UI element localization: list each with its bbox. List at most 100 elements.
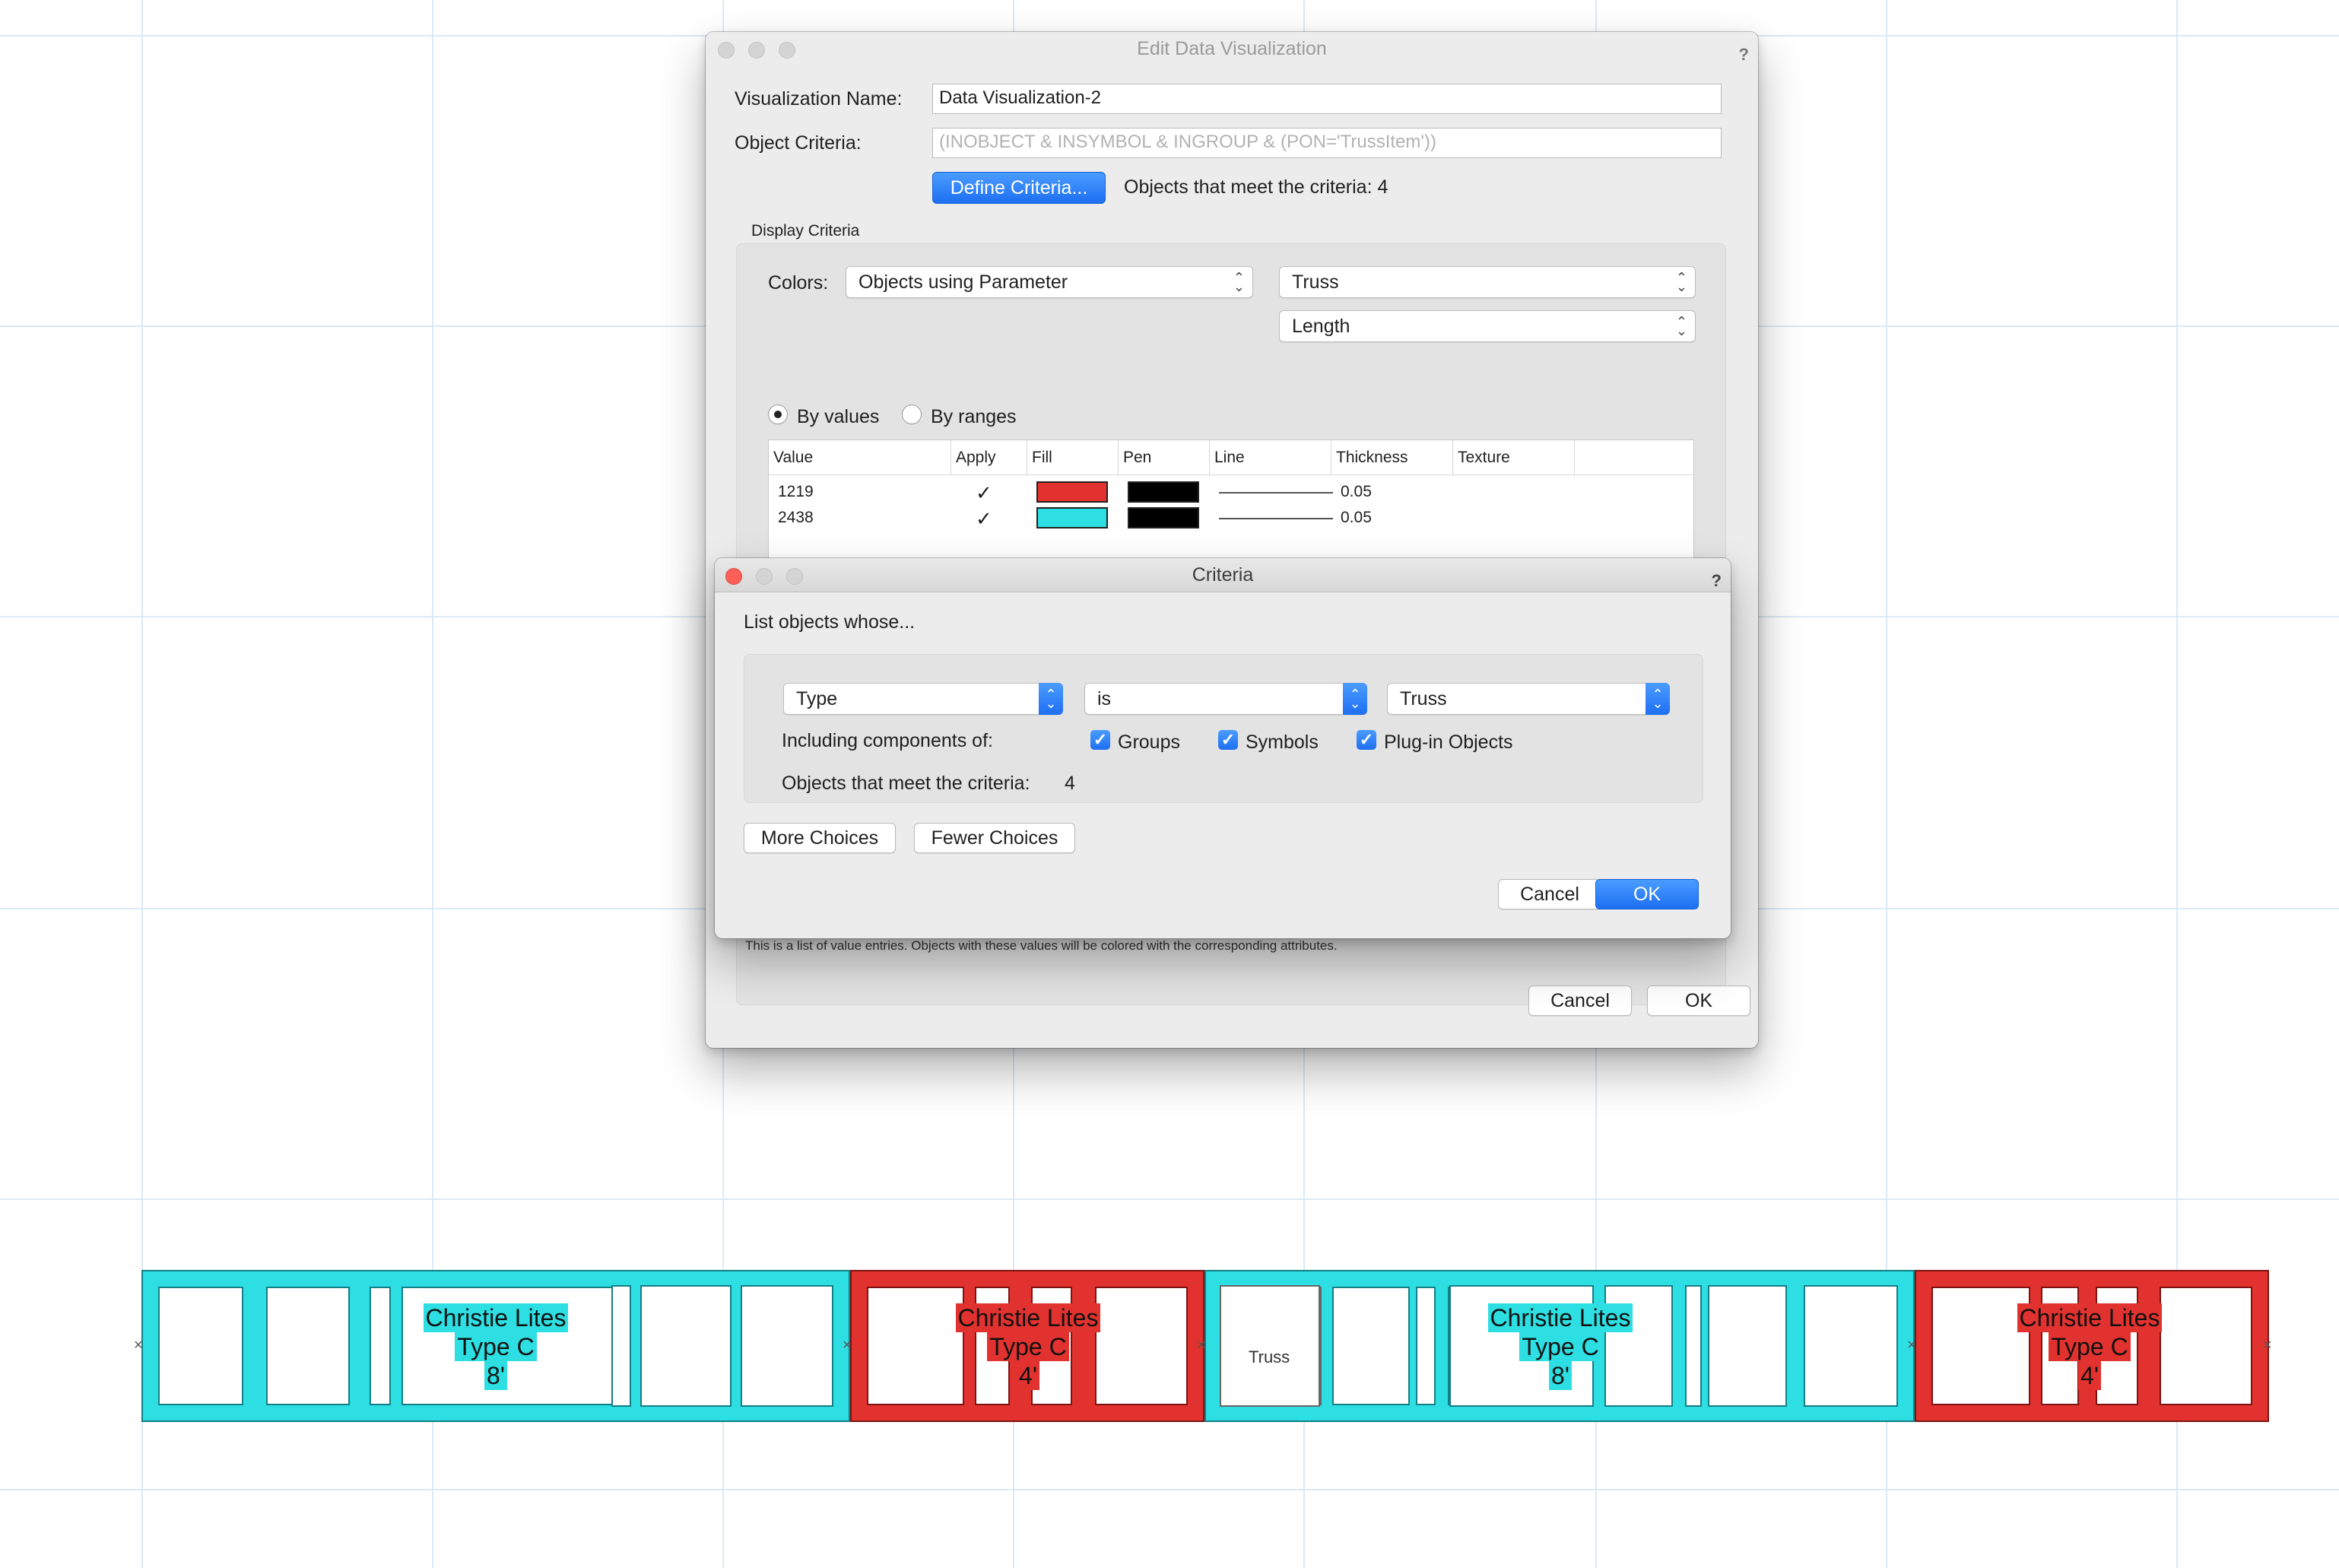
apply-checkmark-icon[interactable]: ✓ bbox=[976, 507, 992, 531]
column-header-value[interactable]: Value bbox=[769, 440, 951, 475]
truss-cell bbox=[1685, 1285, 1702, 1407]
column-header-spacer bbox=[1575, 440, 1693, 475]
truss-label-line: Christie Lites bbox=[1487, 1303, 1633, 1332]
truss-label: Christie Lites Type C 8' bbox=[1475, 1303, 1646, 1390]
minimize-button[interactable] bbox=[756, 568, 773, 585]
truss-cell bbox=[370, 1287, 391, 1405]
help-icon[interactable]: ? bbox=[1712, 564, 1722, 598]
truss-cell bbox=[1416, 1287, 1436, 1405]
truss-cell bbox=[741, 1285, 833, 1407]
ok-button[interactable]: OK bbox=[1647, 986, 1750, 1016]
zoom-button[interactable] bbox=[786, 568, 803, 585]
column-header-texture[interactable]: Texture bbox=[1453, 440, 1575, 475]
help-icon[interactable]: ? bbox=[1739, 38, 1749, 71]
dialog-title: Criteria bbox=[1192, 564, 1254, 586]
chevron-updown-icon: ⌃ ⌄ bbox=[1646, 683, 1670, 715]
criteria-value-popup[interactable]: Truss ⌃ ⌄ bbox=[1387, 683, 1670, 715]
column-header-pen[interactable]: Pen bbox=[1119, 440, 1210, 475]
truss-label-line: Christie Lites bbox=[2017, 1303, 2163, 1332]
truss-label-line: 8' bbox=[1549, 1361, 1572, 1390]
row-thickness[interactable]: 0.05 bbox=[1341, 509, 1372, 527]
fewer-choices-button[interactable]: Fewer Choices bbox=[914, 823, 1075, 853]
connection-point-icon: × bbox=[1197, 1337, 1206, 1354]
visualization-name-label: Visualization Name: bbox=[735, 88, 903, 110]
criteria-operator-value: is bbox=[1097, 688, 1112, 709]
groups-checkbox[interactable]: ✓ bbox=[1090, 730, 1110, 750]
row-value[interactable]: 1219 bbox=[778, 483, 814, 501]
minimize-button[interactable] bbox=[748, 42, 765, 59]
truss-cell bbox=[1708, 1285, 1787, 1407]
object-criteria-label: Object Criteria: bbox=[735, 132, 862, 154]
grid-line bbox=[0, 1489, 2339, 1490]
display-criteria-label: Display Criteria bbox=[751, 222, 860, 240]
visualization-name-field[interactable]: Data Visualization-2 bbox=[932, 84, 1722, 114]
criteria-value-value: Truss bbox=[1400, 688, 1447, 709]
column-header-fill[interactable]: Fill bbox=[1027, 440, 1119, 475]
truss-label-line: 4' bbox=[2078, 1361, 2101, 1390]
chevron-updown-icon: ⌃ ⌄ bbox=[1675, 314, 1687, 338]
truss-label-line: Type C bbox=[987, 1332, 1069, 1361]
by-ranges-label: By ranges bbox=[931, 406, 1017, 427]
row-thickness[interactable]: 0.05 bbox=[1341, 483, 1372, 501]
value-list-help-text: This is a list of value entries. Objects… bbox=[745, 938, 1338, 953]
column-header-apply[interactable]: Apply bbox=[951, 440, 1027, 475]
criteria-operator-popup[interactable]: is ⌃ ⌄ bbox=[1084, 683, 1367, 715]
truss-label-line: Type C bbox=[2049, 1332, 2131, 1361]
by-values-radio[interactable] bbox=[768, 405, 788, 424]
pen-swatch[interactable] bbox=[1128, 507, 1199, 528]
line-style-sample[interactable] bbox=[1219, 518, 1333, 519]
column-header-thickness[interactable]: Thickness bbox=[1331, 440, 1453, 475]
chevron-updown-icon: ⌃ ⌄ bbox=[1233, 270, 1245, 294]
parameter-value: Length bbox=[1292, 316, 1350, 337]
list-objects-label: List objects whose... bbox=[744, 611, 916, 633]
truss-cell bbox=[266, 1287, 350, 1405]
symbols-checkbox[interactable]: ✓ bbox=[1218, 730, 1238, 750]
symbols-label: Symbols bbox=[1246, 732, 1319, 753]
connection-point-icon: × bbox=[1907, 1337, 1916, 1354]
truss-object-label: Truss bbox=[1249, 1347, 1290, 1366]
define-criteria-button[interactable]: Define Criteria... bbox=[932, 172, 1106, 204]
object-criteria-field: (INOBJECT & INSYMBOL & INGROUP & (PON='T… bbox=[932, 128, 1722, 158]
colors-mode-popup[interactable]: Objects using Parameter ⌃ ⌄ bbox=[846, 266, 1253, 298]
truss-cell bbox=[611, 1285, 631, 1407]
connection-point-icon: × bbox=[2263, 1337, 2272, 1354]
chevron-updown-icon: ⌃ ⌄ bbox=[1039, 683, 1063, 715]
connection-point-icon: × bbox=[843, 1337, 852, 1354]
row-value[interactable]: 2438 bbox=[778, 509, 814, 527]
line-style-sample[interactable] bbox=[1219, 492, 1333, 494]
zoom-button[interactable] bbox=[779, 42, 795, 59]
truss-cell bbox=[1332, 1287, 1410, 1405]
dialog-title: Edit Data Visualization bbox=[1137, 38, 1327, 59]
grid-line bbox=[0, 1198, 2339, 1200]
apply-checkmark-icon[interactable]: ✓ bbox=[976, 481, 992, 505]
colors-label: Colors: bbox=[768, 272, 829, 294]
by-ranges-radio[interactable] bbox=[902, 405, 922, 424]
including-components-label: Including components of: bbox=[782, 730, 993, 751]
pen-swatch[interactable] bbox=[1128, 481, 1199, 503]
truss-label: Christie Lites Type C 8' bbox=[411, 1303, 581, 1390]
fill-swatch[interactable] bbox=[1036, 481, 1108, 503]
parameter-popup[interactable]: Length ⌃ ⌄ bbox=[1279, 310, 1696, 342]
by-values-label: By values bbox=[797, 406, 880, 427]
plugin-objects-checkbox[interactable]: ✓ bbox=[1357, 730, 1376, 750]
cancel-button[interactable]: Cancel bbox=[1498, 879, 1601, 909]
close-button[interactable] bbox=[725, 568, 742, 585]
truss-cell bbox=[640, 1285, 732, 1407]
meet-criteria-count: 4 bbox=[1065, 773, 1075, 794]
column-header-line[interactable]: Line bbox=[1210, 440, 1331, 475]
object-type-popup[interactable]: Truss ⌃ ⌄ bbox=[1279, 266, 1696, 298]
chevron-updown-icon: ⌃ ⌄ bbox=[1343, 683, 1367, 715]
more-choices-button[interactable]: More Choices bbox=[744, 823, 896, 853]
cancel-button[interactable]: Cancel bbox=[1528, 986, 1632, 1016]
truss-cell bbox=[158, 1287, 243, 1405]
criteria-field-popup[interactable]: Type ⌃ ⌄ bbox=[783, 683, 1063, 715]
fill-swatch[interactable] bbox=[1036, 507, 1108, 528]
truss-label-line: 8' bbox=[484, 1361, 507, 1390]
ok-button[interactable]: OK bbox=[1595, 879, 1699, 909]
truss-label-line: Type C bbox=[1519, 1332, 1601, 1361]
meet-criteria-label: Objects that meet the criteria: bbox=[782, 773, 1030, 794]
chevron-updown-icon: ⌃ ⌄ bbox=[1675, 270, 1687, 294]
close-button[interactable] bbox=[718, 42, 735, 59]
truss-cell bbox=[1804, 1285, 1898, 1407]
criteria-field-value: Type bbox=[796, 688, 838, 709]
